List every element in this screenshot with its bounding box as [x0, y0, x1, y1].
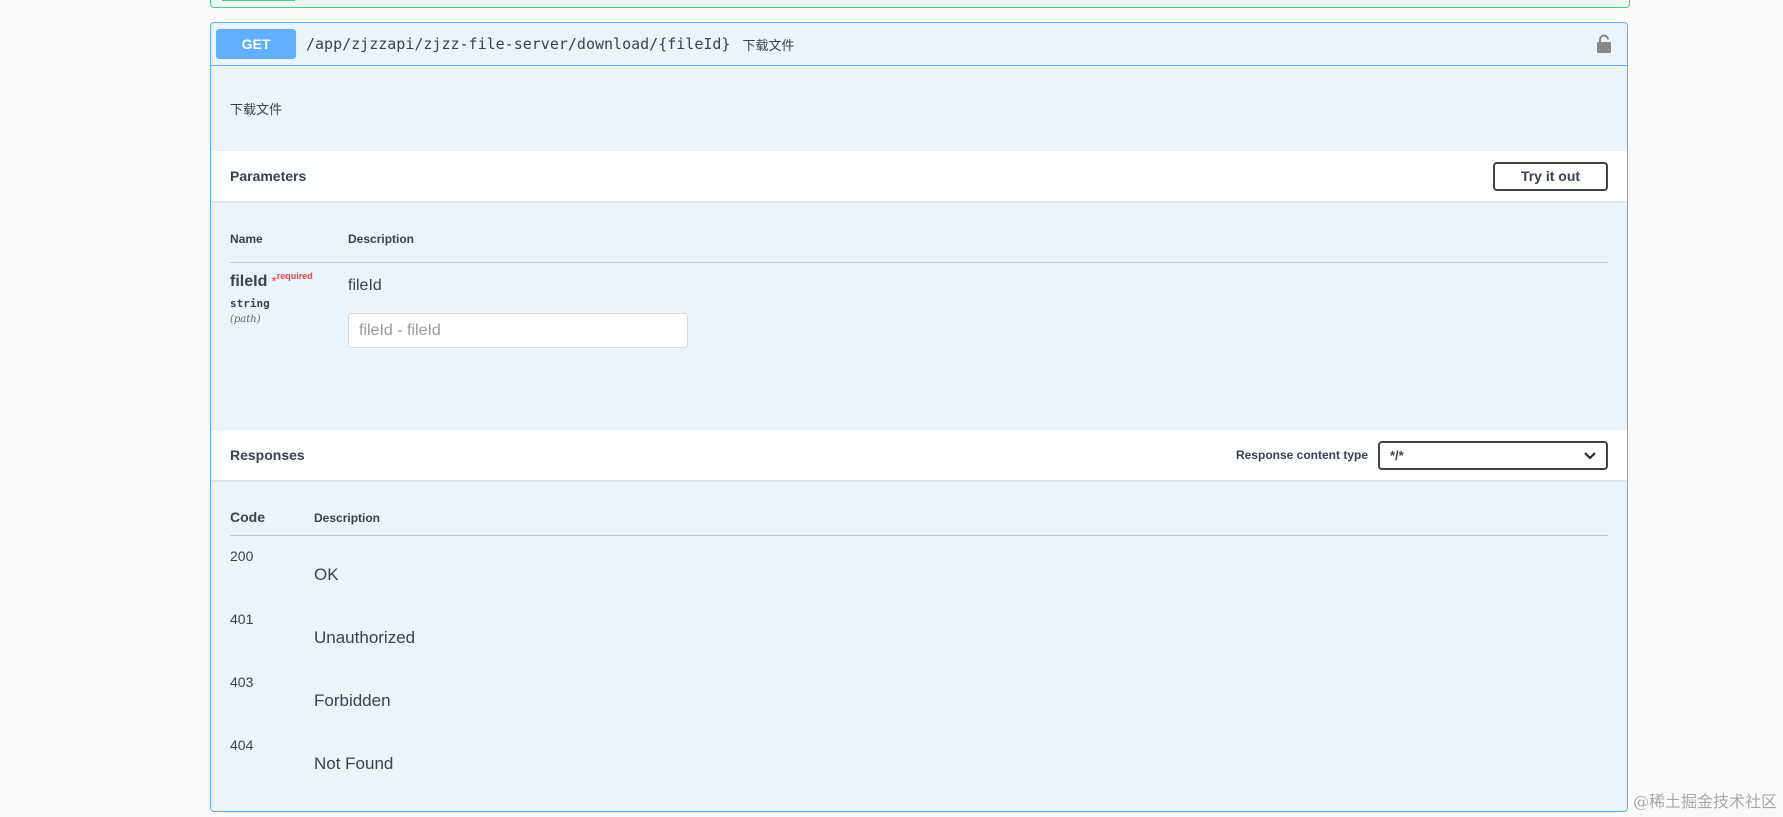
operation-description-text: 下载文件	[230, 102, 283, 117]
method-badge: GET	[216, 29, 296, 59]
col-name-header: Name	[230, 232, 263, 246]
watermark: @稀土掘金技术社区	[1632, 792, 1777, 811]
fileid-input[interactable]	[348, 313, 688, 348]
responses-header: Responses Response content type */*	[211, 430, 1627, 480]
parameter-type: string	[230, 297, 270, 310]
col-response-description-header: Description	[314, 511, 381, 525]
response-row: 200 OK	[230, 536, 1608, 599]
response-description: Unauthorized	[314, 628, 416, 647]
response-row: 403 Forbidden	[230, 662, 1608, 725]
parameter-location: (path)	[230, 314, 261, 325]
responses-section: Code Description 200 OK 401 Unauthorized…	[211, 480, 1627, 788]
response-code: 401	[230, 611, 254, 627]
response-row: 401 Unauthorized	[230, 599, 1608, 662]
try-it-out-button[interactable]: Try it out	[1493, 161, 1608, 191]
col-code-header: Code	[230, 509, 265, 525]
parameters-title: Parameters	[230, 168, 307, 184]
previous-operation-block	[210, 0, 1630, 8]
parameter-row: fileId *required string (path) fileId	[230, 263, 1608, 348]
response-description: OK	[314, 565, 339, 584]
parameter-description-cell: fileId	[348, 273, 688, 348]
response-content-type-select[interactable]: */*	[1378, 440, 1608, 470]
parameters-section: Name Description fileId *required string …	[211, 201, 1627, 430]
operation-summary-text: 下载文件	[742, 37, 795, 53]
response-code: 404	[230, 737, 254, 753]
operation-path: /app/zjzzapi/zjzz-file-server/download/{…	[306, 35, 731, 53]
parameter-name: fileId	[230, 273, 268, 290]
response-content-type-label: Response content type	[1235, 448, 1368, 462]
parameters-table-header: Name Description	[230, 201, 1608, 263]
previous-operation-strip	[222, 0, 295, 1]
operation-block: GET /app/zjzzapi/zjzz-file-server/downlo…	[210, 22, 1628, 812]
response-description: Forbidden	[314, 691, 391, 710]
parameter-name-cell: fileId *required string (path)	[230, 271, 348, 348]
response-code: 403	[230, 674, 254, 690]
response-description: Not Found	[314, 754, 394, 773]
response-row: 404 Not Found	[230, 725, 1608, 788]
required-label: required	[276, 271, 313, 281]
parameters-header: Parameters Try it out	[211, 151, 1627, 201]
responses-table-header: Code Description	[230, 480, 1608, 536]
operation-description: 下载文件	[211, 66, 1627, 151]
responses-title: Responses	[230, 447, 305, 463]
chevron-down-icon	[1584, 448, 1596, 463]
required-star: *	[271, 273, 277, 289]
response-code: 200	[230, 548, 254, 564]
parameter-description: fileId	[348, 277, 382, 294]
operation-summary[interactable]: GET /app/zjzzapi/zjzz-file-server/downlo…	[211, 23, 1627, 66]
lock-icon[interactable]	[1595, 34, 1613, 54]
col-description-header: Description	[348, 232, 415, 246]
response-content-type-value: */*	[1390, 447, 1404, 463]
